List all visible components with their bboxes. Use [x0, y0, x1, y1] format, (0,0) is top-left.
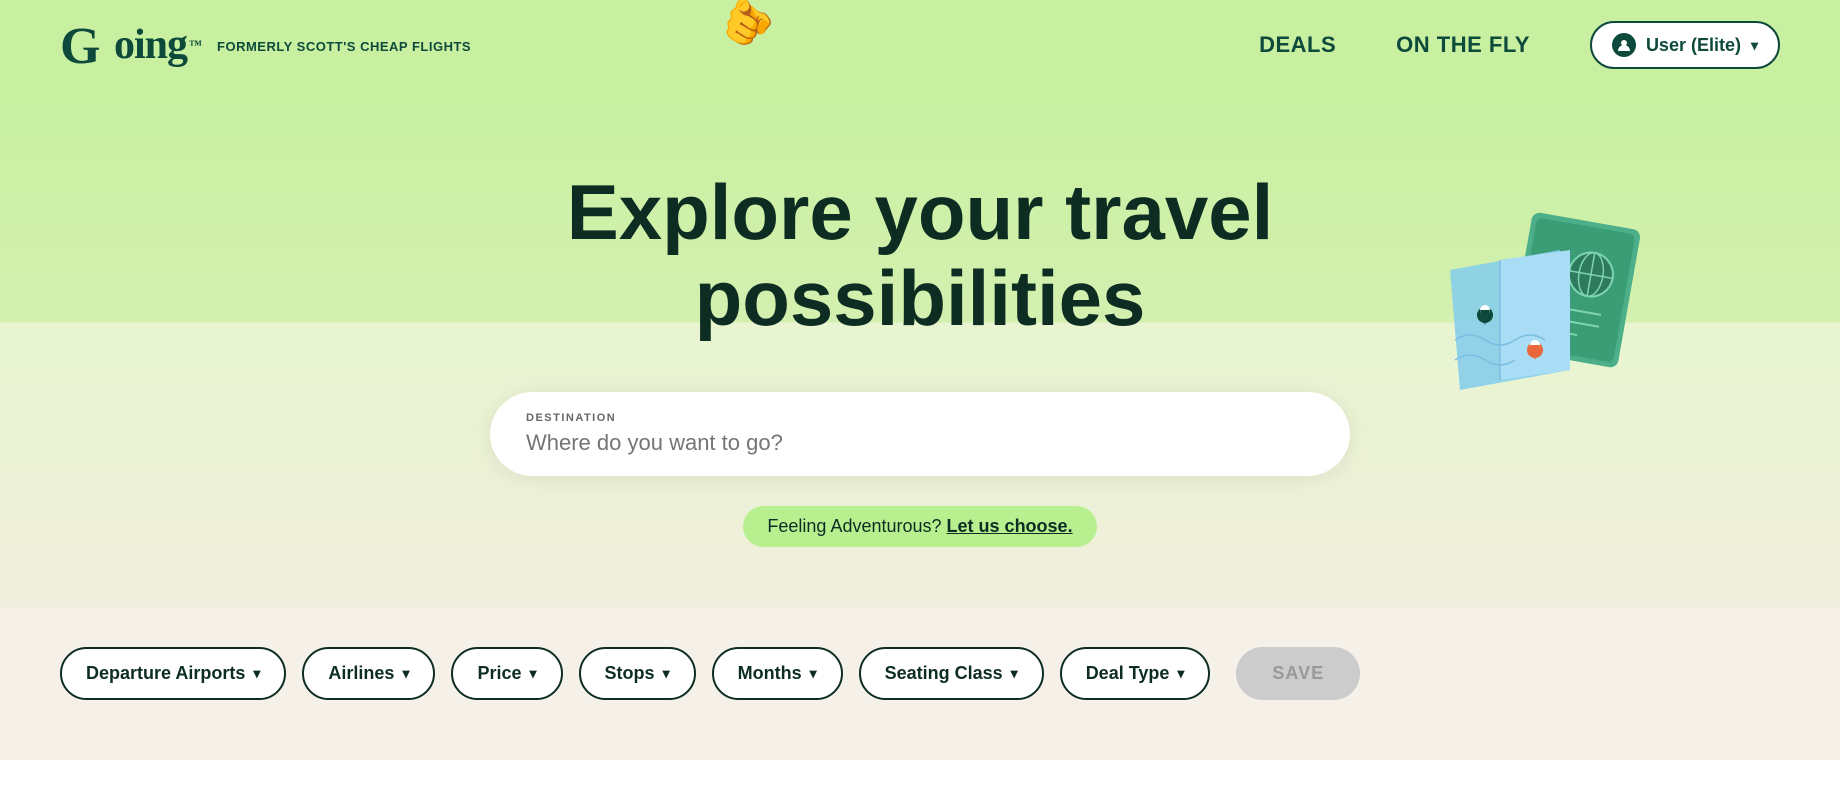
- departure-airports-label: Departure Airports: [86, 663, 245, 684]
- adventurous-banner: Feeling Adventurous? Let us choose.: [743, 506, 1096, 547]
- deal-type-label: Deal Type: [1086, 663, 1170, 684]
- months-label: Months: [738, 663, 802, 684]
- user-label: User (Elite): [1646, 35, 1741, 56]
- departure-airports-button[interactable]: Departure Airports ▾: [60, 647, 286, 700]
- nav-deals[interactable]: DEALS: [1259, 32, 1336, 58]
- airlines-label: Airlines: [328, 663, 394, 684]
- stops-button[interactable]: Stops ▾: [579, 647, 696, 700]
- price-button[interactable]: Price ▾: [451, 647, 562, 700]
- svg-text:G: G: [60, 19, 100, 71]
- header: G oing ™ FORMERLY SCOTT'S CHEAP FLIGHTS …: [0, 0, 1840, 90]
- adventurous-text: Feeling Adventurous?: [767, 516, 941, 536]
- hero-title: Explore your travel possibilities: [370, 170, 1470, 342]
- airlines-chevron-icon: ▾: [402, 665, 409, 682]
- destination-input[interactable]: [526, 430, 1314, 456]
- price-chevron-icon: ▾: [530, 665, 537, 682]
- travel-illustration: [1440, 210, 1660, 410]
- months-chevron-icon: ▾: [810, 665, 817, 682]
- price-label: Price: [477, 663, 521, 684]
- destination-search-container: DESTINATION: [490, 392, 1350, 476]
- seating-class-chevron-icon: ▾: [1011, 665, 1018, 682]
- header-left: G oing ™ FORMERLY SCOTT'S CHEAP FLIGHTS: [60, 19, 471, 71]
- save-label: SAVE: [1272, 663, 1324, 683]
- hand-pointer-icon: 🫵: [714, 0, 780, 53]
- user-chevron-icon: ▾: [1751, 37, 1758, 54]
- stops-chevron-icon: ▾: [663, 665, 670, 682]
- formerly-text: FORMERLY SCOTT'S CHEAP FLIGHTS: [217, 39, 471, 54]
- logo[interactable]: G oing ™: [60, 19, 201, 71]
- user-icon: [1612, 33, 1636, 57]
- departure-airports-chevron-icon: ▾: [253, 665, 260, 682]
- seating-class-button[interactable]: Seating Class ▾: [859, 647, 1044, 700]
- destination-label: DESTINATION: [526, 412, 1314, 424]
- user-menu-button[interactable]: User (Elite) ▾: [1590, 21, 1780, 69]
- nav-on-the-fly[interactable]: ON THE FLY: [1396, 32, 1530, 58]
- logo-tm: ™: [189, 37, 201, 53]
- save-button[interactable]: SAVE: [1236, 647, 1360, 700]
- main-nav: DEALS ON THE FLY User (Elite) ▾: [1259, 21, 1780, 69]
- hero-section: Explore your travel possibilities: [0, 90, 1840, 607]
- logo-text: oing: [114, 21, 187, 69]
- seating-class-label: Seating Class: [885, 663, 1003, 684]
- let-us-choose-link[interactable]: Let us choose.: [947, 516, 1073, 536]
- airlines-button[interactable]: Airlines ▾: [302, 647, 435, 700]
- filter-section: Departure Airports ▾ Airlines ▾ Price ▾ …: [0, 607, 1840, 760]
- deal-type-chevron-icon: ▾: [1177, 665, 1184, 682]
- months-button[interactable]: Months ▾: [712, 647, 843, 700]
- stops-label: Stops: [605, 663, 655, 684]
- deal-type-button[interactable]: Deal Type ▾: [1060, 647, 1211, 700]
